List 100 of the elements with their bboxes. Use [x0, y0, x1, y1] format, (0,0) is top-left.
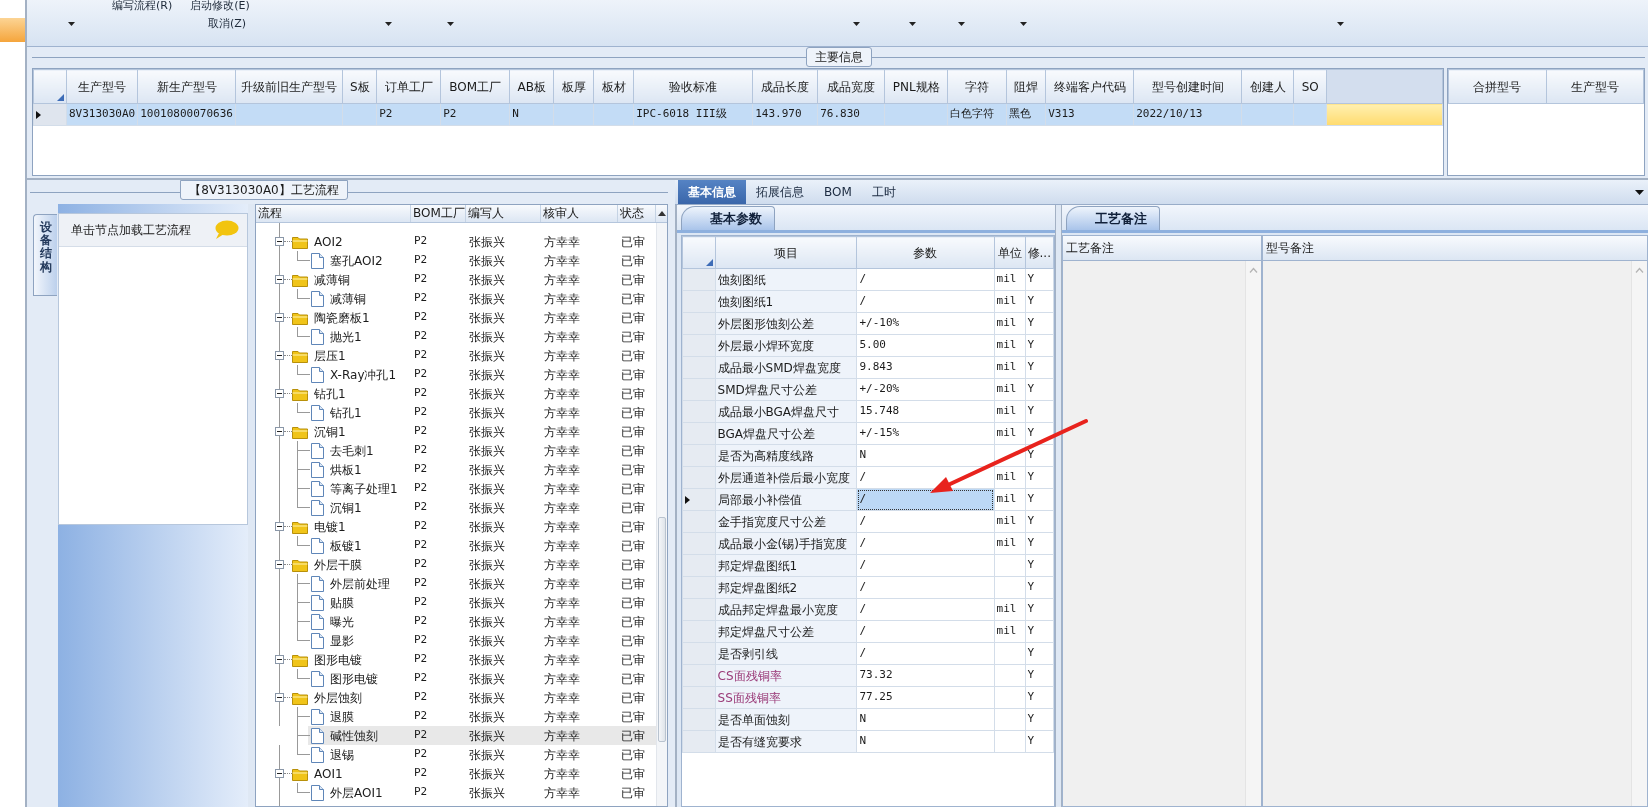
column-header[interactable]: 阻焊: [1006, 69, 1046, 104]
column-header[interactable]: BOM工厂: [411, 205, 466, 222]
menu-item[interactable]: 编写流程(R): [112, 0, 173, 13]
column-header[interactable]: 成品长度: [752, 69, 818, 104]
node-label[interactable]: 显影: [330, 631, 354, 650]
table-cell[interactable]: N: [856, 730, 995, 753]
node-label[interactable]: 减薄铜: [330, 289, 366, 308]
tree-row[interactable]: 图形电镀 P2 张振兴 方幸幸 已审: [256, 650, 656, 669]
table-cell[interactable]: /: [856, 576, 995, 599]
node-label[interactable]: 去毛刺1: [330, 441, 374, 460]
collapse-icon[interactable]: [275, 275, 284, 284]
tree-row[interactable]: 电镀1 P2 张振兴 方幸幸 已审: [256, 517, 656, 536]
tree-row[interactable]: 去毛刺1 P2 张振兴 方幸幸 已审: [256, 441, 656, 460]
tree-row[interactable]: 沉铜1 P2 张振兴 方幸幸 已审: [256, 498, 656, 517]
column-header[interactable]: 项目: [715, 236, 857, 269]
table-cell[interactable]: 5.00: [856, 334, 995, 357]
node-label[interactable]: 钻孔1: [314, 384, 346, 403]
node-label[interactable]: 板镀1: [330, 536, 362, 555]
tree-row[interactable]: 陶瓷磨板1 P2 张振兴 方幸幸 已审: [256, 308, 656, 327]
table-cell[interactable]: +/-15%: [856, 422, 995, 445]
notes-field[interactable]: [1262, 261, 1648, 807]
node-label[interactable]: 塞孔AOI2: [330, 251, 383, 270]
collapse-icon[interactable]: [275, 351, 284, 360]
column-header[interactable]: S板: [342, 69, 377, 104]
node-label[interactable]: 外层前处理: [330, 574, 390, 593]
table-cell[interactable]: +/-20%: [856, 378, 995, 401]
node-label[interactable]: 退膜: [330, 707, 354, 726]
tree-row[interactable]: 曝光 P2 张振兴 方幸幸 已审: [256, 612, 656, 631]
node-label[interactable]: 陶瓷磨板1: [314, 308, 370, 327]
node-label[interactable]: 外层干膜: [314, 555, 362, 574]
collapse-icon[interactable]: [275, 313, 284, 322]
column-header[interactable]: 终端客户代码: [1045, 69, 1134, 104]
scroll-up-icon[interactable]: [657, 211, 666, 216]
notes-field[interactable]: [1062, 261, 1262, 807]
dropdown-arrow-icon[interactable]: [1020, 22, 1027, 27]
tree-row[interactable]: 钻孔1 P2 张振兴 方幸幸 已审: [256, 384, 656, 403]
node-label[interactable]: 电镀1: [314, 517, 346, 536]
scrollbar-thumb[interactable]: [658, 517, 666, 742]
column-header[interactable]: 流程: [256, 205, 411, 222]
table-cell[interactable]: 77.25: [856, 686, 995, 709]
column-header[interactable]: 型号创建时间: [1133, 69, 1242, 104]
table-cell[interactable]: +/-10%: [856, 312, 995, 335]
node-label[interactable]: 外层蚀刻: [314, 688, 362, 707]
node-label[interactable]: 退锡: [330, 745, 354, 764]
column-header[interactable]: 新生产型号: [137, 69, 236, 104]
table-cell[interactable]: /: [856, 620, 995, 643]
tree-row[interactable]: 减薄铜 P2 张振兴 方幸幸 已审: [256, 270, 656, 289]
collapse-icon[interactable]: [275, 693, 284, 702]
column-header[interactable]: 成品宽度: [817, 69, 885, 104]
table-cell[interactable]: N: [856, 708, 995, 731]
node-label[interactable]: 烘板1: [330, 460, 362, 479]
node-label[interactable]: 层压1: [314, 346, 346, 365]
column-header[interactable]: SO: [1293, 69, 1327, 104]
table-cell[interactable]: 73.32: [856, 664, 995, 687]
tree-row[interactable]: 烘板1 P2 张振兴 方幸幸 已审: [256, 460, 656, 479]
node-label[interactable]: 沉铜1: [314, 422, 346, 441]
column-header[interactable]: 状态: [618, 205, 656, 222]
collapse-icon[interactable]: [275, 769, 284, 778]
tree-row[interactable]: 外层蚀刻 P2 张振兴 方幸幸 已审: [256, 688, 656, 707]
node-label[interactable]: 碱性蚀刻: [330, 726, 378, 745]
tree-row[interactable]: 外层干膜 P2 张振兴 方幸幸 已审: [256, 555, 656, 574]
node-label[interactable]: 外层AOI1: [330, 783, 383, 802]
collapse-icon[interactable]: [275, 237, 284, 246]
column-header[interactable]: 板材: [593, 69, 634, 104]
node-label[interactable]: 减薄铜: [314, 270, 350, 289]
collapse-icon[interactable]: [275, 427, 284, 436]
tree-row[interactable]: 沉铜1 P2 张振兴 方幸幸 已审: [256, 422, 656, 441]
collapse-icon[interactable]: [275, 389, 284, 398]
node-label[interactable]: 贴膜: [330, 593, 354, 612]
table-cell[interactable]: /: [856, 598, 995, 621]
table-cell[interactable]: /: [856, 268, 995, 291]
tree-row[interactable]: 等离子处理1 P2 张振兴 方幸幸 已审: [256, 479, 656, 498]
tree-row[interactable]: 贴膜 P2 张振兴 方幸幸 已审: [256, 593, 656, 612]
side-tab[interactable]: 设备结构: [33, 214, 57, 296]
table-cell[interactable]: /: [856, 642, 995, 665]
dropdown-arrow-icon[interactable]: [958, 22, 965, 27]
column-header[interactable]: 生产型号: [1546, 69, 1644, 104]
dropdown-arrow-icon[interactable]: [853, 22, 860, 27]
tree-row[interactable]: 显影 P2 张振兴 方幸幸 已审: [256, 631, 656, 650]
column-header[interactable]: BOM工厂: [440, 69, 510, 104]
dropdown-arrow-icon[interactable]: [68, 22, 75, 27]
tree-row[interactable]: 外层前处理 P2 张振兴 方幸幸 已审: [256, 574, 656, 593]
tab[interactable]: 工时: [861, 180, 906, 204]
menu-item[interactable]: 启动修改(E): [190, 0, 250, 13]
table-cell[interactable]: 15.748: [856, 400, 995, 423]
column-header[interactable]: 单位: [994, 236, 1025, 269]
column-header[interactable]: 创建人: [1241, 69, 1294, 104]
table-cell[interactable]: 9.843: [856, 356, 995, 379]
column-header[interactable]: 生产型号: [66, 69, 138, 104]
table-row[interactable]: 8V313030A0 10010800070636 P2 P2 N IPC-6018 III级 143.970 76.830 白色字符 黑色 V313 2022/10/13: [33, 103, 1443, 126]
table-cell[interactable]: /: [856, 554, 995, 577]
node-label[interactable]: 图形电镀: [330, 669, 378, 688]
dropdown-arrow-icon[interactable]: [385, 22, 392, 27]
tab[interactable]: 拓展信息: [746, 180, 814, 204]
column-header[interactable]: 合拼型号: [1448, 69, 1547, 104]
dropdown-arrow-icon[interactable]: [1635, 189, 1644, 195]
tree-row[interactable]: AOI2 P2 张振兴 方幸幸 已审: [256, 232, 656, 251]
tree-row[interactable]: 板镀1 P2 张振兴 方幸幸 已审: [256, 536, 656, 555]
column-header[interactable]: 参数: [856, 236, 995, 269]
column-header[interactable]: 核审人: [541, 205, 618, 222]
